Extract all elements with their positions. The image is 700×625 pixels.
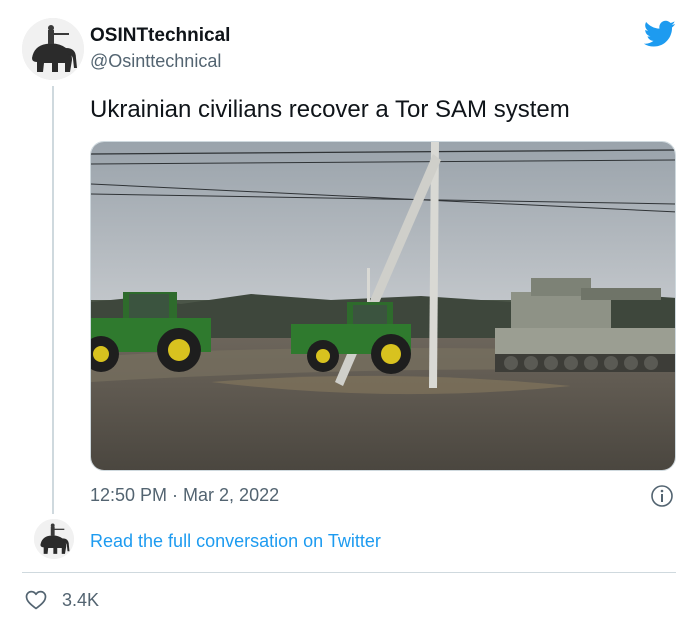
tweet-timestamp[interactable]: 12:50 PM · Mar 2, 2022 [90,485,279,506]
author-avatar[interactable] [22,18,84,80]
like-button[interactable]: 3.4K [24,588,99,612]
thread-connector-line [52,86,54,514]
heart-icon[interactable] [24,588,48,612]
tweet-card: OSINTtechnical @Osinttechnical Ukrainian… [0,0,700,625]
info-icon[interactable] [650,484,674,508]
author-display-name[interactable]: OSINTtechnical [90,25,230,47]
author-handle[interactable]: @Osinttechnical [90,51,221,72]
like-count: 3.4K [62,589,100,610]
tweet-media-image[interactable] [90,141,676,471]
author-avatar-small[interactable] [34,519,74,559]
divider [22,572,676,573]
twitter-bird-icon[interactable] [644,20,676,48]
read-full-conversation-link[interactable]: Read the full conversation on Twitter [90,531,381,552]
tweet-text: Ukrainian civilians recover a Tor SAM sy… [90,96,570,123]
